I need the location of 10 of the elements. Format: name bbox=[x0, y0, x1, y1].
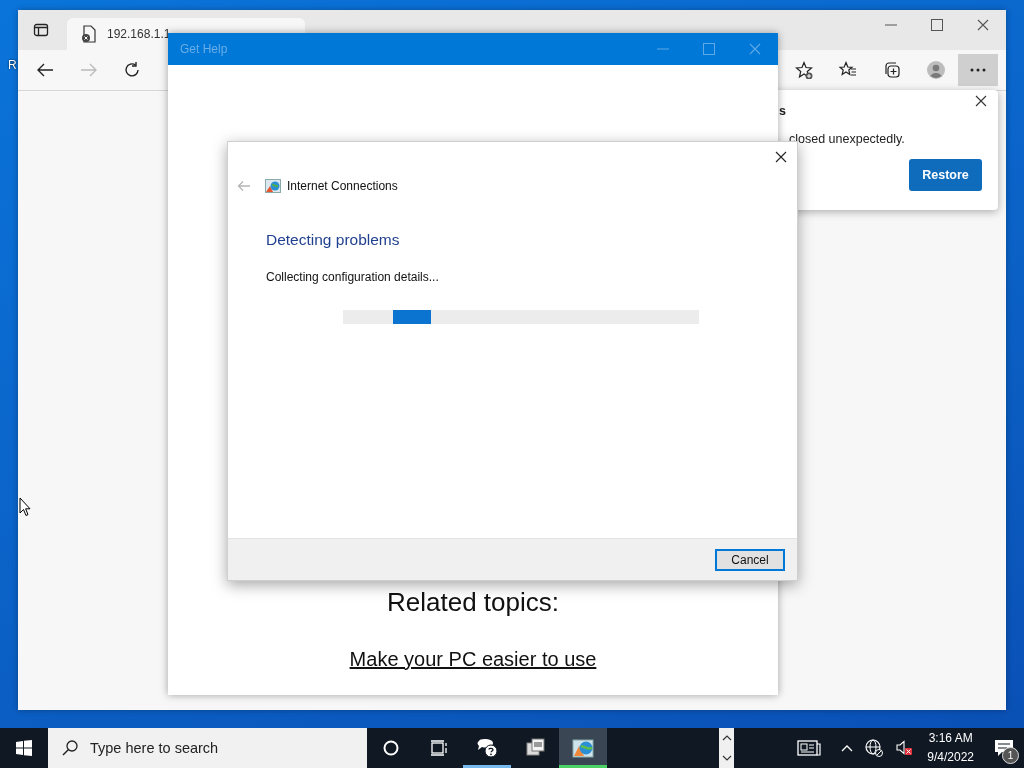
dialog-heading: Detecting problems bbox=[266, 231, 401, 249]
notification-badge: 1 bbox=[1002, 747, 1019, 764]
desktop-icon-label: R bbox=[8, 58, 17, 72]
search-placeholder: Type here to search bbox=[90, 740, 219, 756]
dialog-title: Internet Connections bbox=[287, 179, 398, 193]
tab-title: 192.168.1.1 bbox=[107, 27, 171, 41]
window-title: Get Help bbox=[180, 42, 228, 56]
status-text: Collecting configuration details... bbox=[266, 270, 440, 284]
section-heading: Related topics: bbox=[387, 587, 559, 618]
popup-title: s bbox=[779, 104, 787, 118]
